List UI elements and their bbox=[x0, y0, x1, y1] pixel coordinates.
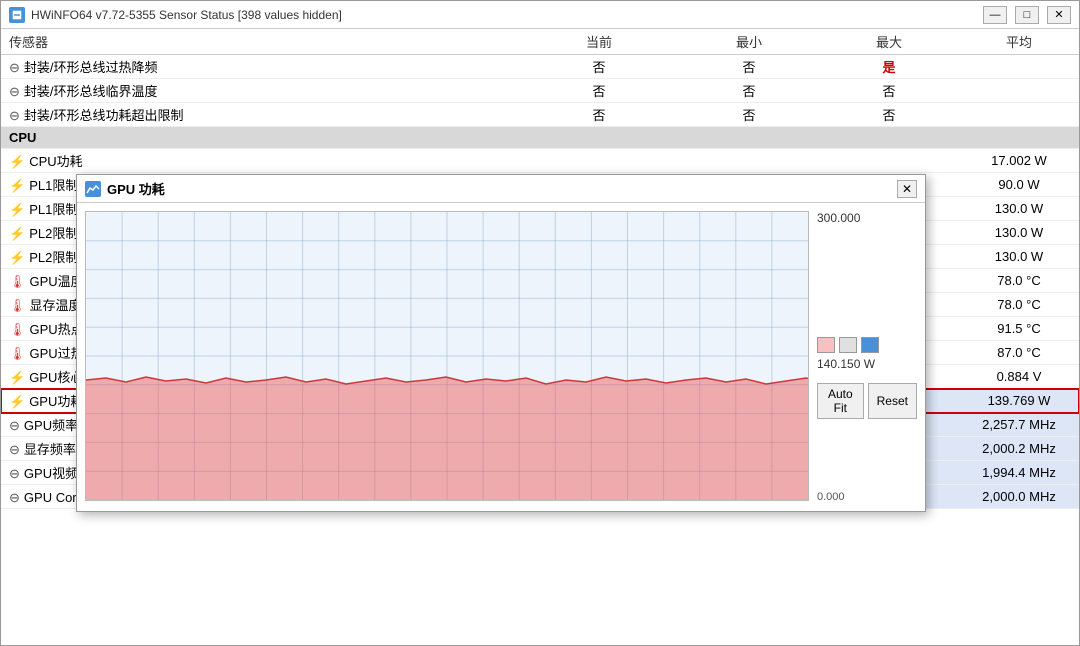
close-button[interactable]: ✕ bbox=[1047, 6, 1071, 24]
minimize-button[interactable]: — bbox=[983, 6, 1007, 24]
dialog-app-icon bbox=[85, 181, 101, 197]
table-section-row: CPU bbox=[1, 127, 1079, 149]
sensor-avg-cell: 91.5 °C bbox=[959, 317, 1079, 341]
sensor-max-cell bbox=[819, 149, 959, 173]
sensor-min-cell: 否 bbox=[679, 103, 819, 127]
dialog-close-button[interactable]: ✕ bbox=[897, 180, 917, 198]
table-header-row: 传感器 当前 最小 最大 平均 bbox=[1, 29, 1079, 55]
sensor-avg-cell: 17.002 W bbox=[959, 149, 1079, 173]
sensor-avg-cell bbox=[959, 55, 1079, 79]
sensor-max-cell: 否 bbox=[819, 79, 959, 103]
table-row: ⊖封装/环形总线过热降频否否是 bbox=[1, 55, 1079, 79]
chart-area: 300.000 140.150 W Auto Fit Reset 0.000 bbox=[77, 203, 925, 511]
main-window: HWiNFO64 v7.72-5355 Sensor Status [398 v… bbox=[0, 0, 1080, 646]
sensor-avg-cell: 2,000.2 MHz bbox=[959, 437, 1079, 461]
col-min: 最小 bbox=[679, 29, 819, 55]
sensor-min-cell: 否 bbox=[679, 55, 819, 79]
sensor-avg-cell: 130.0 W bbox=[959, 221, 1079, 245]
sensor-label-cell: ⊖封装/环形总线临界温度 bbox=[1, 79, 519, 103]
auto-fit-button[interactable]: Auto Fit bbox=[817, 383, 864, 419]
sensor-avg-cell: 87.0 °C bbox=[959, 341, 1079, 365]
gpu-power-dialog: GPU 功耗 ✕ bbox=[76, 174, 926, 512]
sensor-avg-cell: 139.769 W bbox=[959, 389, 1079, 413]
sensor-avg-cell: 90.0 W bbox=[959, 173, 1079, 197]
y-mid-label: 140.150 W bbox=[817, 357, 875, 371]
maximize-button[interactable]: □ bbox=[1015, 6, 1039, 24]
color-box-3 bbox=[861, 337, 879, 353]
sensor-current-cell: 否 bbox=[519, 103, 679, 127]
reset-button[interactable]: Reset bbox=[868, 383, 917, 419]
app-icon bbox=[9, 7, 25, 23]
table-row: ⊖封装/环形总线功耗超出限制否否否 bbox=[1, 103, 1079, 127]
chart-buttons: Auto Fit Reset bbox=[817, 383, 917, 419]
color-boxes bbox=[817, 337, 879, 353]
sensor-label-cell: ⚡CPU功耗 bbox=[1, 149, 519, 173]
sensor-max-cell: 是 bbox=[819, 55, 959, 79]
sensor-avg-cell: 78.0 °C bbox=[959, 293, 1079, 317]
sensor-current-cell bbox=[519, 149, 679, 173]
col-max: 最大 bbox=[819, 29, 959, 55]
sensor-current-cell: 否 bbox=[519, 79, 679, 103]
sensor-min-cell: 否 bbox=[679, 79, 819, 103]
sensor-current-cell: 否 bbox=[519, 55, 679, 79]
sensor-avg-cell bbox=[959, 79, 1079, 103]
sensor-label-cell: ⊖封装/环形总线功耗超出限制 bbox=[1, 103, 519, 127]
y-min-label: 0.000 bbox=[817, 491, 845, 503]
color-box-1 bbox=[817, 337, 835, 353]
title-bar-left: HWiNFO64 v7.72-5355 Sensor Status [398 v… bbox=[9, 7, 342, 23]
sensor-label-cell: ⊖封装/环形总线过热降频 bbox=[1, 55, 519, 79]
sensor-min-cell bbox=[679, 149, 819, 173]
sensor-avg-cell: 2,257.7 MHz bbox=[959, 413, 1079, 437]
sensor-avg-cell bbox=[959, 103, 1079, 127]
col-current: 当前 bbox=[519, 29, 679, 55]
chart-controls: 300.000 140.150 W Auto Fit Reset 0.000 bbox=[817, 211, 917, 503]
y-max-label: 300.000 bbox=[817, 211, 860, 225]
sensor-avg-cell: 2,000.0 MHz bbox=[959, 485, 1079, 509]
col-avg: 平均 bbox=[959, 29, 1079, 55]
chart-svg bbox=[86, 212, 808, 500]
dialog-titlebar: GPU 功耗 ✕ bbox=[77, 175, 925, 203]
title-bar: HWiNFO64 v7.72-5355 Sensor Status [398 v… bbox=[1, 1, 1079, 29]
sensor-avg-cell: 0.884 V bbox=[959, 365, 1079, 389]
window-controls: — □ ✕ bbox=[983, 6, 1071, 24]
content-area: 传感器 当前 最小 最大 平均 ⊖封装/环形总线过热降频否否是⊖封装/环形总线临… bbox=[1, 29, 1079, 645]
window-title: HWiNFO64 v7.72-5355 Sensor Status [398 v… bbox=[31, 8, 342, 22]
sensor-max-cell: 否 bbox=[819, 103, 959, 127]
table-row: ⚡CPU功耗 17.002 W bbox=[1, 149, 1079, 173]
sensor-avg-cell: 130.0 W bbox=[959, 245, 1079, 269]
sensor-avg-cell: 78.0 °C bbox=[959, 269, 1079, 293]
color-box-2 bbox=[839, 337, 857, 353]
chart-canvas bbox=[85, 211, 809, 501]
col-sensor: 传感器 bbox=[1, 29, 519, 55]
dialog-title-left: GPU 功耗 bbox=[85, 179, 165, 198]
table-row: ⊖封装/环形总线临界温度否否否 bbox=[1, 79, 1079, 103]
sensor-avg-cell: 130.0 W bbox=[959, 197, 1079, 221]
dialog-title: GPU 功耗 bbox=[107, 179, 165, 198]
sensor-avg-cell: 1,994.4 MHz bbox=[959, 461, 1079, 485]
